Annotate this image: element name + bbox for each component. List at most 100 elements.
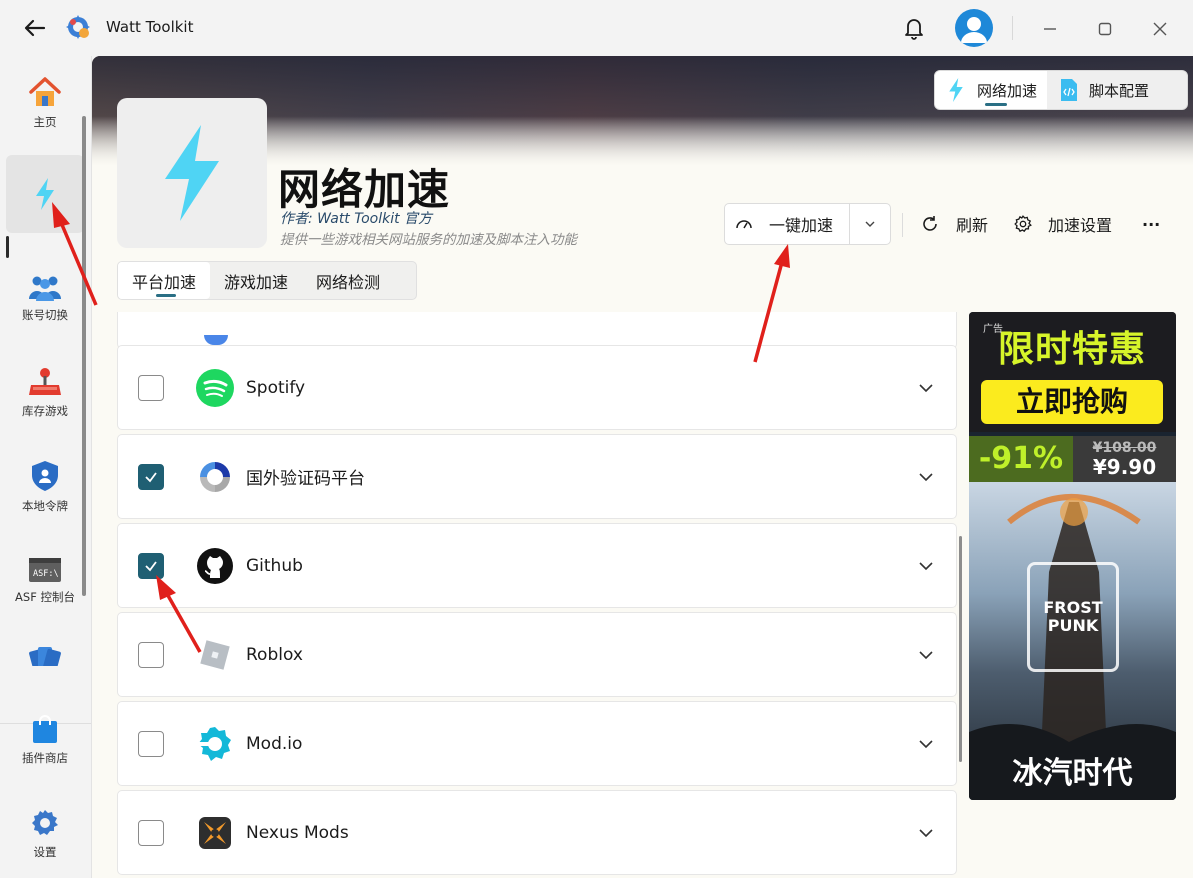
avatar-person-icon [961, 17, 987, 43]
platform-checkbox[interactable] [138, 730, 164, 757]
gear-icon [32, 810, 58, 835]
platform-name: Mod.io [246, 733, 303, 754]
chevron-down-icon[interactable] [916, 467, 936, 487]
sidebar-item-local-token[interactable]: 本地令牌 [6, 448, 84, 526]
modio-icon [196, 725, 234, 763]
back-arrow-icon[interactable] [22, 16, 48, 40]
ad-game-title: 冰汽时代 [1012, 756, 1133, 791]
sidebar-item-plugin-store[interactable]: 插件商店 [6, 701, 84, 779]
accel-settings-button[interactable]: 加速设置 [1014, 208, 1112, 240]
titlebar-separator [1012, 16, 1013, 40]
sub-tab-bar: 平台加速 游戏加速 网络检测 [117, 261, 417, 300]
accelerate-dropdown-button[interactable] [850, 204, 890, 244]
sidebar-item-label: 账号切换 [22, 308, 68, 322]
sidebar-item-network-accel[interactable] [6, 155, 84, 233]
sidebar-item-asf-console[interactable]: ASF:\ ASF 控制台 [6, 542, 84, 620]
platform-name: Spotify [246, 377, 306, 398]
nexus-mods-icon [196, 814, 234, 852]
ad-buy-now-button[interactable]: 立即抢购 [981, 380, 1163, 424]
spotify-icon [196, 368, 234, 407]
gear-icon [1014, 215, 1032, 233]
tab-label: 平台加速 [132, 272, 197, 292]
tab-active-indicator [985, 103, 1007, 106]
checkmark-icon [145, 471, 157, 482]
bell-icon[interactable] [900, 14, 928, 42]
sidebar-scrollbar[interactable] [82, 116, 86, 596]
close-icon[interactable] [1145, 14, 1175, 44]
tab-network-accel[interactable]: 网络加速 [935, 71, 1048, 109]
shield-icon [32, 461, 58, 491]
chevron-down-icon[interactable] [916, 378, 936, 398]
ad-price-box: ¥108.00 ¥9.90 [1073, 436, 1176, 482]
sidebar-item-cards-partial[interactable] [28, 644, 64, 666]
accel-settings-label: 加速设置 [1048, 216, 1113, 235]
roblox-icon [196, 636, 234, 674]
one-click-accelerate-button[interactable]: 一键加速 [725, 204, 851, 244]
sidebar-item-settings[interactable]: 设置 [6, 795, 84, 873]
list-item[interactable]: Roblox [117, 612, 957, 697]
author-text: 作者: Watt Toolkit 官方 [280, 211, 433, 227]
sidebar-item-label: 库存游戏 [22, 404, 68, 418]
platform-name: Roblox [246, 644, 303, 665]
platform-name: 国外验证码平台 [246, 469, 365, 489]
home-icon [29, 77, 61, 106]
tab-label: 游戏加速 [224, 272, 289, 292]
lightning-icon [36, 178, 54, 210]
speedometer-icon [736, 220, 752, 229]
platform-checkbox[interactable] [138, 374, 164, 401]
sidebar-item-label: 本地令牌 [22, 499, 68, 513]
list-item[interactable] [117, 312, 957, 349]
chevron-down-icon[interactable] [916, 645, 936, 665]
more-options-button[interactable]: ··· [1142, 208, 1160, 240]
sidebar-item-account-switch[interactable]: 账号切换 [6, 259, 84, 337]
list-item[interactable]: Github [117, 523, 957, 608]
platform-icon-partial [204, 335, 228, 345]
chevron-down-icon[interactable] [916, 556, 936, 576]
accelerate-label: 一键加速 [769, 216, 834, 235]
tab-network-check[interactable]: 网络检测 [302, 262, 394, 299]
user-avatar[interactable] [955, 9, 993, 47]
ad-header: 限时特惠 广告 立即抢购 [969, 312, 1176, 432]
list-item[interactable]: Nexus Mods [117, 790, 957, 875]
main-content: 网络加速 脚本配置 网络加速 作者: Watt Toolkit 官方 提供一些游… [92, 56, 1193, 878]
list-item[interactable]: Mod.io [117, 701, 957, 786]
chevron-down-icon[interactable] [916, 823, 936, 843]
recaptcha-icon [196, 458, 234, 496]
script-file-icon [1061, 79, 1078, 101]
tab-platform-accel[interactable]: 平台加速 [118, 262, 211, 299]
ad-game-logo: FROST PUNK [1027, 562, 1119, 672]
joystick-icon [29, 368, 61, 395]
asf-badge-text: ASF:\ [33, 569, 59, 579]
platform-checkbox[interactable] [138, 641, 164, 668]
list-item[interactable]: Spotify [117, 345, 957, 430]
refresh-label: 刷新 [956, 216, 989, 235]
tab-game-accel[interactable]: 游戏加速 [210, 262, 302, 299]
ad-tag: 广告 [983, 324, 1003, 335]
platform-list[interactable]: Spotify 国外验证码平台 Github Roblox Mod.io Nex… [117, 312, 957, 878]
tab-script-config[interactable]: 脚本配置 [1047, 71, 1159, 109]
platform-checkbox[interactable] [138, 552, 164, 579]
description-text: 提供一些游戏相关网站服务的加速及脚本注入功能 [280, 232, 577, 248]
list-scrollbar[interactable] [959, 536, 962, 762]
sidebar-nav: 主页 账号切换 库存游戏 本地令牌 ASF:\ ASF 控制台 插件商店 设置 [0, 56, 92, 878]
chevron-down-icon [865, 221, 875, 227]
lightning-icon [165, 125, 219, 221]
sidebar-item-label: ASF 控制台 [15, 590, 75, 604]
watt-toolkit-logo-icon [66, 15, 90, 39]
platform-checkbox[interactable] [138, 463, 164, 490]
top-tab-switcher: 网络加速 脚本配置 [934, 70, 1188, 110]
platform-checkbox[interactable] [138, 819, 164, 846]
checkmark-icon [145, 560, 157, 571]
chevron-down-icon[interactable] [916, 734, 936, 754]
list-item[interactable]: 国外验证码平台 [117, 434, 957, 519]
sidebar-item-home[interactable]: 主页 [6, 64, 84, 142]
ad-game-artwork: FROST PUNK 冰汽时代 [969, 482, 1176, 800]
one-click-accelerate-split-button: 一键加速 [724, 203, 891, 245]
refresh-button[interactable]: 刷新 [920, 208, 988, 240]
tab-label: 网络检测 [316, 272, 381, 292]
promo-ad[interactable]: 限时特惠 广告 立即抢购 -91% ¥108.00 ¥9.90 FROST PU… [969, 312, 1176, 800]
sidebar-item-library-games[interactable]: 库存游戏 [6, 354, 84, 432]
platform-name: Github [246, 555, 303, 576]
maximize-icon[interactable] [1090, 14, 1120, 44]
minimize-icon[interactable] [1035, 14, 1065, 44]
